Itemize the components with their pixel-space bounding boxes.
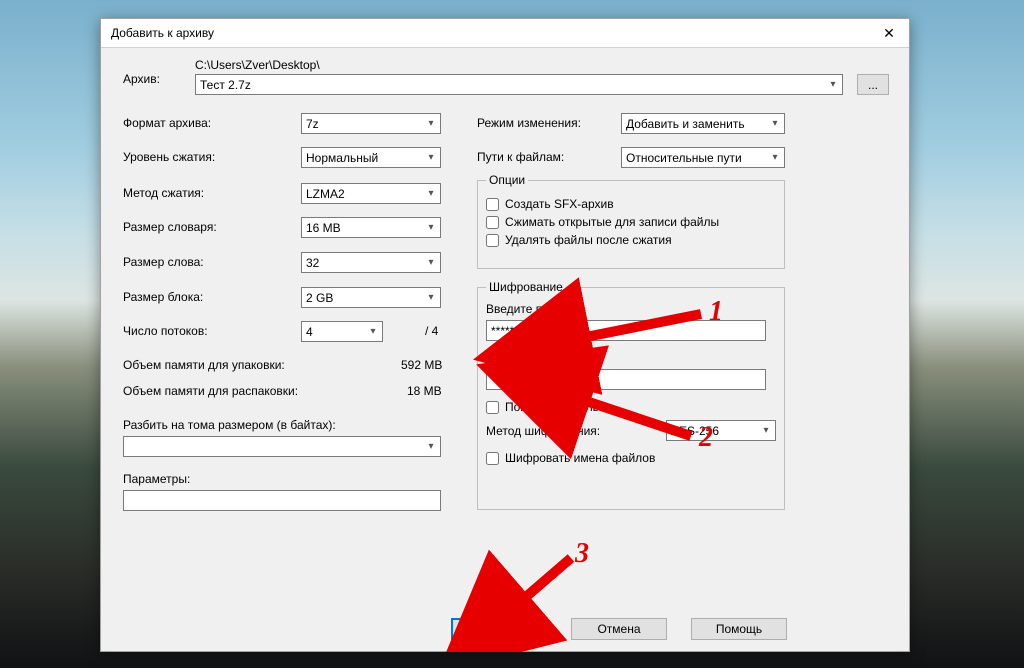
- chevron-down-icon: ▾: [768, 152, 782, 163]
- options-group: Опции Создать SFX-архив Сжимать открытые…: [477, 173, 785, 269]
- path-mode-select[interactable]: Относительные пути▾: [621, 147, 785, 168]
- threads-label: Число потоков:: [123, 324, 208, 338]
- close-button[interactable]: ✕: [869, 19, 909, 47]
- mem-unpack-label: Объем памяти для распаковки:: [123, 384, 298, 398]
- encrypt-names-check[interactable]: Шифровать имена файлов: [486, 451, 776, 465]
- add-to-archive-window: Добавить к архиву ✕ Архив: C:\Users\Zver…: [100, 18, 910, 652]
- word-select[interactable]: 32▾: [301, 252, 441, 273]
- mem-unpack-value: 18 MB: [407, 384, 442, 398]
- window-title: Добавить к архиву: [111, 26, 214, 40]
- enter-password-label: Введите пароль:: [486, 302, 776, 316]
- threads-max: / 4: [425, 324, 438, 338]
- block-label: Размер блока:: [123, 290, 203, 304]
- update-mode-select[interactable]: Добавить и заменить▾: [621, 113, 785, 134]
- chevron-down-icon: ▾: [424, 441, 438, 452]
- chevron-down-icon: ▾: [424, 292, 438, 303]
- encryption-group: Шифрование Введите пароль: Повторите пар…: [477, 280, 785, 510]
- options-legend: Опции: [486, 173, 528, 187]
- word-label: Размер слова:: [123, 255, 204, 269]
- mem-pack-label: Объем памяти для упаковки:: [123, 358, 285, 372]
- ok-button[interactable]: OK: [451, 618, 547, 640]
- chevron-down-icon: ▾: [424, 222, 438, 233]
- opt-open-files[interactable]: Сжимать открытые для записи файлы: [486, 215, 776, 229]
- encryption-legend: Шифрование: [486, 280, 566, 294]
- chevron-down-icon: ▾: [366, 326, 380, 337]
- browse-button[interactable]: ...: [857, 74, 889, 95]
- format-select[interactable]: 7z▾: [301, 113, 441, 134]
- annotation-1: 1: [709, 296, 723, 328]
- archive-label: Архив:: [123, 72, 160, 86]
- params-input[interactable]: [123, 490, 441, 511]
- threads-select[interactable]: 4▾: [301, 321, 383, 342]
- help-button[interactable]: Помощь: [691, 618, 787, 640]
- dict-select[interactable]: 16 MB▾: [301, 217, 441, 238]
- path-mode-label: Пути к файлам:: [477, 150, 564, 164]
- show-password-check[interactable]: Показать пароль: [486, 400, 776, 414]
- archive-filename: Тест 2.7z: [200, 78, 251, 92]
- archive-path: C:\Users\Zver\Desktop\: [195, 58, 320, 72]
- cancel-button[interactable]: Отмена: [571, 618, 667, 640]
- desktop-background: Добавить к архиву ✕ Архив: C:\Users\Zver…: [0, 0, 1024, 668]
- annotation-3: 3: [575, 538, 589, 570]
- chevron-down-icon: ▾: [759, 425, 773, 436]
- chevron-down-icon: ▾: [826, 79, 840, 90]
- repeat-password-input[interactable]: [486, 369, 766, 390]
- annotation-2: 2: [699, 422, 713, 454]
- close-icon: ✕: [883, 25, 895, 42]
- update-mode-label: Режим изменения:: [477, 116, 581, 130]
- format-label: Формат архива:: [123, 116, 211, 130]
- level-label: Уровень сжатия:: [123, 150, 215, 164]
- method-label: Метод сжатия:: [123, 186, 204, 200]
- chevron-down-icon: ▾: [768, 118, 782, 129]
- password-input[interactable]: [486, 320, 766, 341]
- title-bar: Добавить к архиву ✕: [101, 19, 909, 48]
- chevron-down-icon: ▾: [424, 188, 438, 199]
- params-label: Параметры:: [123, 472, 190, 486]
- enc-method-label: Метод шифрования:: [486, 424, 600, 438]
- split-label: Разбить на тома размером (в байтах):: [123, 418, 336, 432]
- opt-sfx[interactable]: Создать SFX-архив: [486, 197, 776, 211]
- archive-filename-combo[interactable]: Тест 2.7z ▾: [195, 74, 843, 95]
- dict-label: Размер словаря:: [123, 220, 217, 234]
- chevron-down-icon: ▾: [424, 152, 438, 163]
- level-select[interactable]: Нормальный▾: [301, 147, 441, 168]
- chevron-down-icon: ▾: [424, 118, 438, 129]
- opt-delete-after[interactable]: Удалять файлы после сжатия: [486, 233, 776, 247]
- chevron-down-icon: ▾: [424, 257, 438, 268]
- method-select[interactable]: LZMA2▾: [301, 183, 441, 204]
- mem-pack-value: 592 MB: [401, 358, 442, 372]
- split-select[interactable]: ▾: [123, 436, 441, 457]
- repeat-password-label: Повторите пароль:: [486, 351, 776, 365]
- block-select[interactable]: 2 GB▾: [301, 287, 441, 308]
- dialog-body: Архив: C:\Users\Zver\Desktop\ Тест 2.7z …: [101, 48, 909, 651]
- enc-method-select[interactable]: AES-256▾: [666, 420, 776, 441]
